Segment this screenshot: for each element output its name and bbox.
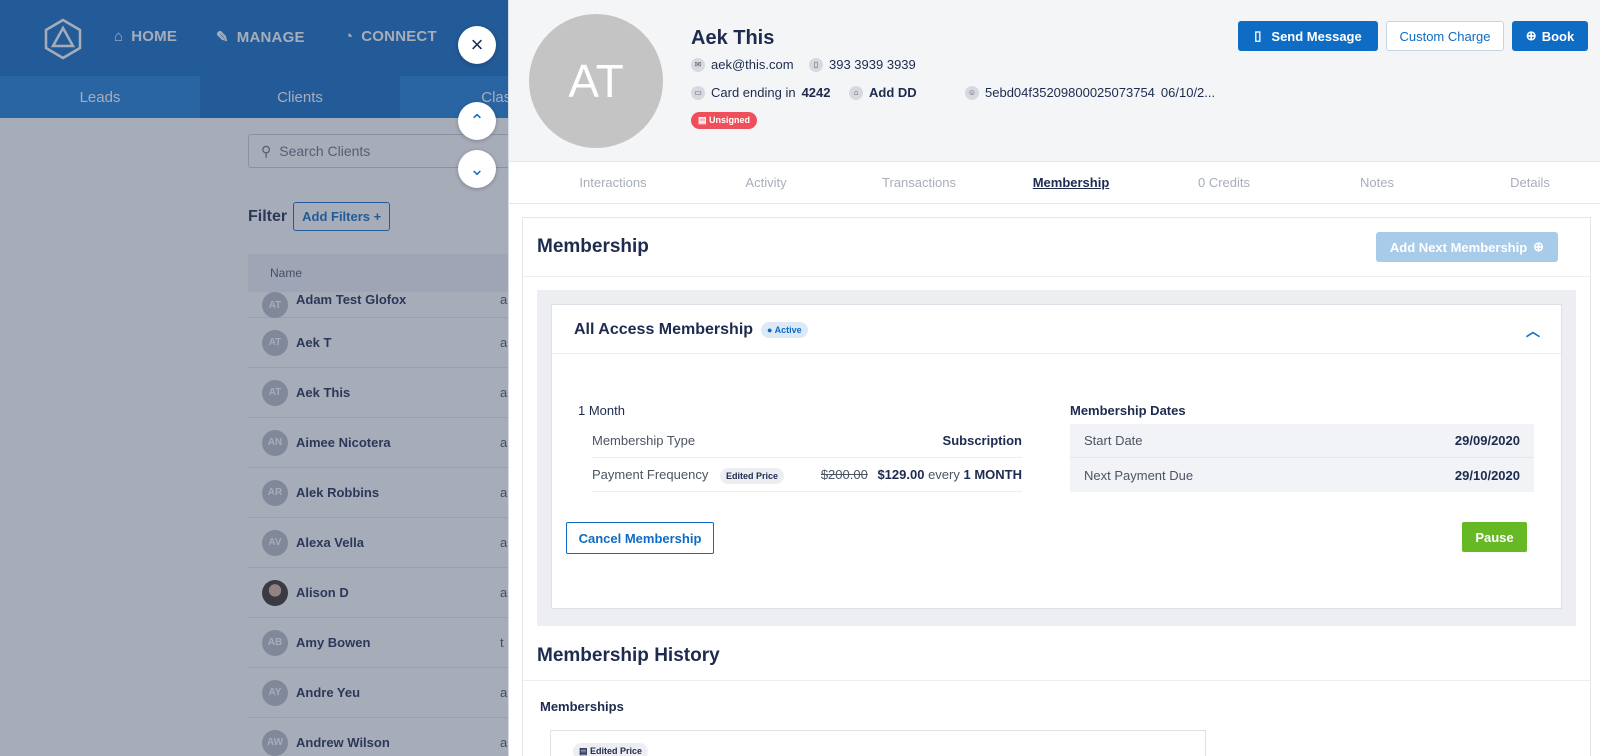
edited-price-badge: ▤ Edited Price — [573, 743, 649, 756]
previous-client-button[interactable]: ⌃ — [458, 102, 496, 140]
active-membership-wrap: All Access Membership ● Active ︿ 1 Month… — [537, 290, 1576, 626]
tab-credits[interactable]: 0 Credits — [1164, 175, 1284, 190]
card-info: ▭ Card ending in 4242 — [691, 85, 830, 100]
add-dd-link[interactable]: ⌂ Add DD — [849, 85, 917, 100]
divider — [523, 680, 1590, 681]
tab-details[interactable]: Details — [1470, 175, 1590, 190]
tab-activity[interactable]: Activity — [706, 175, 826, 190]
plus-circle-icon: ⊕ — [1533, 239, 1545, 254]
profile-header: AT Aek This ✉ aek@this.com ▯ 393 3939 39… — [509, 0, 1600, 162]
user-icon: ☺ — [965, 85, 979, 100]
tab-notes[interactable]: Notes — [1317, 175, 1437, 190]
memberships-label: Memberships — [540, 699, 624, 714]
original-price: $200.00 — [820, 467, 868, 482]
chevron-down-icon: ⌄ — [469, 158, 485, 179]
tab-interactions[interactable]: Interactions — [553, 175, 673, 190]
status-badge: ● Active — [761, 322, 808, 338]
cancel-membership-button[interactable]: Cancel Membership — [566, 522, 714, 554]
next-payment-row: Next Payment Due 29/10/2020 — [1070, 458, 1534, 492]
plus-circle-icon: ⊕ — [1525, 28, 1537, 43]
membership-type-row: Membership Type Subscription — [592, 424, 1022, 458]
client-id: ☺ 5ebd04f35209800025073754 06/10/2... — [965, 85, 1215, 100]
divider — [552, 353, 1561, 354]
membership-dates-title: Membership Dates — [1070, 403, 1186, 418]
bank-icon: ⌂ — [849, 85, 863, 100]
send-message-button[interactable]: ▯ Send Message — [1238, 21, 1378, 51]
divider — [523, 276, 1590, 277]
tab-membership[interactable]: Membership — [1011, 175, 1131, 190]
background-app: ⌂ HOME ✎ MANAGE ◔ CONNECT Leads Clients … — [0, 0, 508, 756]
membership-card: All Access Membership ● Active ︿ 1 Month… — [551, 304, 1562, 609]
pause-button[interactable]: Pause — [1462, 522, 1527, 552]
modal-overlay[interactable] — [0, 0, 508, 756]
tab-transactions[interactable]: Transactions — [859, 175, 979, 190]
unsigned-badge[interactable]: ▤ Unsigned — [691, 112, 758, 129]
start-date-row: Start Date 29/09/2020 — [1070, 424, 1534, 458]
book-button[interactable]: ⊕ Book — [1512, 21, 1588, 51]
phone[interactable]: ▯ 393 3939 3939 — [809, 57, 916, 72]
phone-icon: ▯ — [1254, 28, 1262, 43]
credit-card-icon: ▭ — [691, 85, 705, 100]
current-price: $129.00 — [877, 467, 925, 482]
client-profile-drawer: AT Aek This ✉ aek@this.com ▯ 393 3939 39… — [508, 0, 1600, 756]
membership-history-title: Membership History — [537, 645, 720, 666]
membership-duration: 1 Month — [578, 403, 625, 418]
chevron-up-icon: ⌃ — [469, 110, 485, 131]
avatar: AT — [529, 14, 663, 148]
next-client-button[interactable]: ⌄ — [458, 150, 496, 188]
edited-price-badge: Edited Price — [719, 468, 784, 484]
document-icon: ▤ — [698, 115, 707, 125]
membership-panel: Membership Add Next Membership ⊕ All Acc… — [522, 217, 1591, 756]
close-drawer-button[interactable]: × — [458, 26, 496, 64]
profile-tabs: Interactions Activity Transactions Membe… — [509, 162, 1600, 204]
custom-charge-button[interactable]: Custom Charge — [1386, 21, 1504, 51]
add-next-membership-button[interactable]: Add Next Membership ⊕ — [1376, 232, 1558, 262]
mail-icon: ✉ — [691, 57, 705, 72]
close-icon: × — [470, 32, 484, 57]
membership-name: All Access Membership ● Active — [574, 321, 808, 339]
phone-icon: ▯ — [809, 57, 823, 72]
collapse-chevron-icon[interactable]: ︿ — [1526, 321, 1540, 341]
email[interactable]: ✉ aek@this.com — [691, 57, 794, 72]
membership-title: Membership — [537, 236, 649, 257]
client-name: Aek This — [691, 27, 775, 49]
payment-frequency-row: Payment Frequency Edited Price $200.00 $… — [592, 458, 1022, 492]
history-card[interactable]: ▤ Edited Price — [550, 730, 1206, 756]
